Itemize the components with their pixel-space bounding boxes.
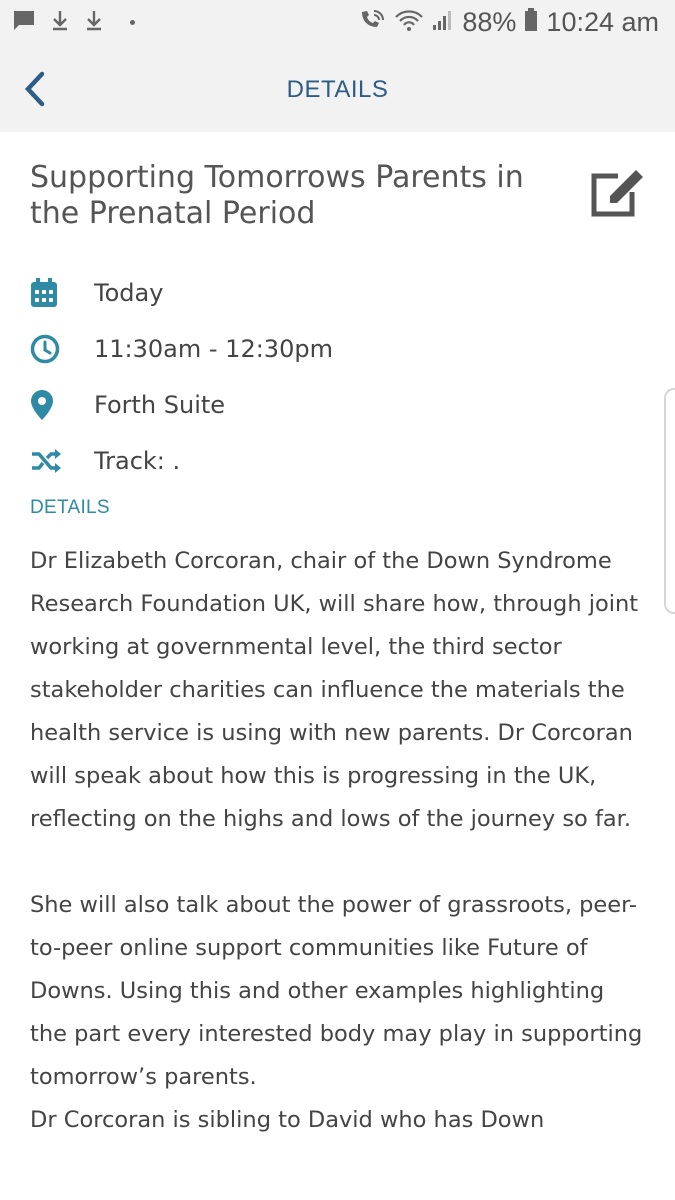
status-bar: 88% 10:24 am bbox=[0, 0, 675, 48]
session-date-row: Today bbox=[30, 273, 163, 313]
session-track: Track: . bbox=[94, 447, 181, 475]
session-location-row: Forth Suite bbox=[30, 385, 225, 425]
app-header: DETAILS bbox=[0, 48, 675, 132]
session-description: Dr Elizabeth Corcoran, chair of the Down… bbox=[30, 540, 648, 1142]
map-pin-icon bbox=[30, 388, 68, 422]
shuffle-icon bbox=[30, 444, 68, 478]
details-section-label: DETAILS bbox=[30, 497, 110, 518]
description-paragraph: Dr Corcoran is sibling to David who has … bbox=[30, 1107, 545, 1133]
session-track-row: Track: . bbox=[30, 441, 180, 481]
edit-icon bbox=[588, 170, 646, 222]
edit-button[interactable] bbox=[588, 166, 646, 218]
signal-icon bbox=[432, 8, 454, 37]
download-icon bbox=[50, 8, 70, 37]
clock-icon bbox=[30, 332, 68, 366]
notification-dot bbox=[130, 20, 135, 25]
scroll-handle[interactable] bbox=[664, 388, 675, 614]
session-time-row: 11:30am - 12:30pm bbox=[30, 329, 333, 369]
session-title: Supporting Tomorrows Parents in the Pren… bbox=[30, 160, 524, 231]
wifi-call-icon bbox=[358, 8, 386, 38]
message-icon bbox=[12, 8, 36, 37]
battery-icon bbox=[524, 7, 538, 38]
session-location: Forth Suite bbox=[94, 391, 226, 419]
download-icon bbox=[84, 8, 104, 37]
description-paragraph: She will also talk about the power of gr… bbox=[30, 892, 643, 1090]
wifi-icon bbox=[394, 8, 424, 38]
page-title: DETAILS bbox=[286, 76, 389, 103]
session-date: Today bbox=[94, 279, 164, 307]
calendar-icon bbox=[30, 276, 68, 310]
session-time: 11:30am - 12:30pm bbox=[94, 335, 333, 363]
clock-time: 10:24 am bbox=[546, 7, 659, 37]
description-paragraph: Dr Elizabeth Corcoran, chair of the Down… bbox=[30, 548, 639, 832]
battery-percent: 88% bbox=[462, 7, 517, 37]
